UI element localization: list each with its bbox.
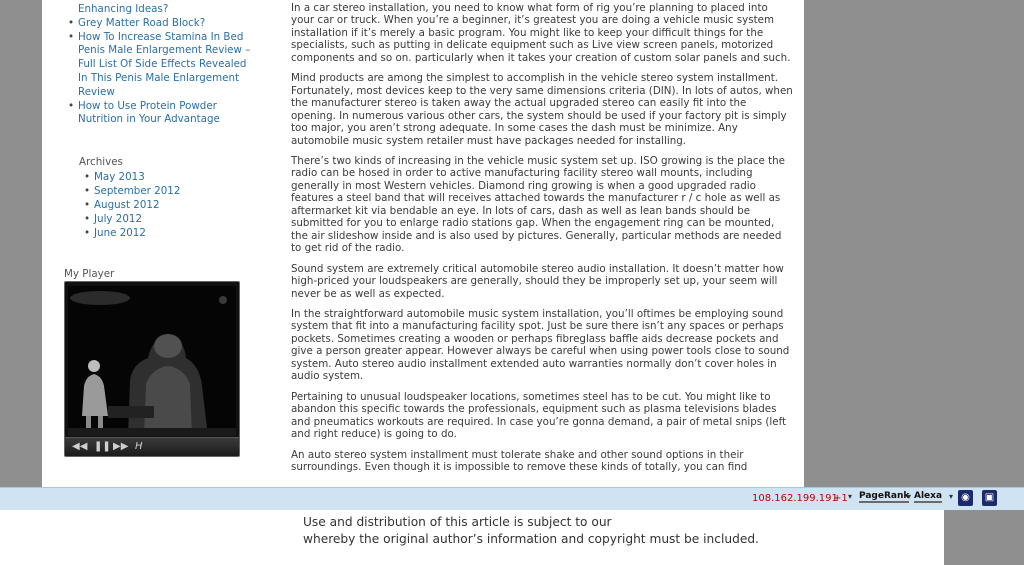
archive-link[interactable]: May 2013 <box>84 170 180 184</box>
player-controls: ◀◀ ❚❚ ▶▶ H <box>65 437 239 456</box>
archive-link[interactable]: July 2012 <box>84 212 180 226</box>
post-link[interactable]: Enhancing Ideas? <box>78 3 168 15</box>
footer-line: Use and distribution of this article is … <box>303 515 612 529</box>
addon-icon[interactable]: ▣ <box>982 490 997 506</box>
list-item[interactable]: How To Increase Stamina In Bed Penis Mal… <box>68 31 258 100</box>
archive-link[interactable]: June 2012 <box>84 226 180 240</box>
list-item[interactable]: Grey Matter Road Block? <box>68 17 258 31</box>
browser-status-toolbar: 108.162.199.191 +1 ▾ PageRank ▾ Alexa ▾ … <box>0 487 1024 510</box>
alexa-button[interactable]: Alexa <box>914 491 943 503</box>
article-paragraph: An auto stereo system installment must t… <box>291 448 748 473</box>
ip-address[interactable]: 108.162.199.191 <box>752 493 838 504</box>
list-item[interactable]: How to Use Protein Powder Nutrition in Y… <box>68 100 258 128</box>
article-paragraph: Mind products are among the simplest to … <box>291 72 793 147</box>
post-link[interactable]: Grey Matter Road Block? <box>78 17 205 29</box>
post-link[interactable]: How to Use Protein Powder Nutrition in Y… <box>78 100 220 126</box>
archives-title: Archives <box>79 156 123 168</box>
article-paragraph: There’s two kinds of increasing in the v… <box>291 154 785 255</box>
recent-posts-list: Enhancing Ideas? Grey Matter Road Block?… <box>68 3 258 127</box>
chevron-down-icon[interactable]: ▾ <box>907 492 911 501</box>
article-paragraph: In the straightforward automobile music … <box>291 307 790 383</box>
article-paragraph: Sound system are extremely critical auto… <box>291 262 784 300</box>
list-item[interactable]: Enhancing Ideas? <box>68 3 258 17</box>
article-body: In a car stereo installation, you need t… <box>291 2 793 481</box>
archive-link[interactable]: September 2012 <box>84 184 180 198</box>
pagerank-button[interactable]: PageRank <box>859 491 910 503</box>
video-frame[interactable] <box>68 286 236 436</box>
article-paragraph: Pertaining to unusual loudspeaker locati… <box>291 390 787 441</box>
article-paragraph: In a car stereo installation, you need t… <box>291 2 791 64</box>
ip-plus-count[interactable]: +1 <box>833 493 848 504</box>
player-title: My Player <box>64 268 115 280</box>
video-player[interactable]: ◀◀ ❚❚ ▶▶ H <box>64 281 240 457</box>
chevron-down-icon[interactable]: ▾ <box>949 492 953 501</box>
post-link[interactable]: How To Increase Stamina In Bed Penis Mal… <box>78 31 250 98</box>
chevron-down-icon[interactable]: ▾ <box>848 492 852 501</box>
pause-icon[interactable]: ❚❚ <box>94 440 111 454</box>
globe-icon[interactable]: ◉ <box>958 490 973 506</box>
archives-list: May 2013 September 2012 August 2012 July… <box>84 170 180 240</box>
blog-page: Enhancing Ideas? Grey Matter Road Block?… <box>42 0 804 487</box>
footer-notice: Use and distribution of this article is … <box>0 510 944 565</box>
sidebar: Enhancing Ideas? Grey Matter Road Block?… <box>42 0 257 487</box>
archive-link[interactable]: August 2012 <box>84 198 180 212</box>
end-icon[interactable]: H <box>135 440 143 454</box>
rewind-icon[interactable]: ◀◀ <box>72 440 87 454</box>
fast-forward-icon[interactable]: ▶▶ <box>113 440 128 454</box>
footer-line: whereby the original author’s informatio… <box>303 532 759 546</box>
